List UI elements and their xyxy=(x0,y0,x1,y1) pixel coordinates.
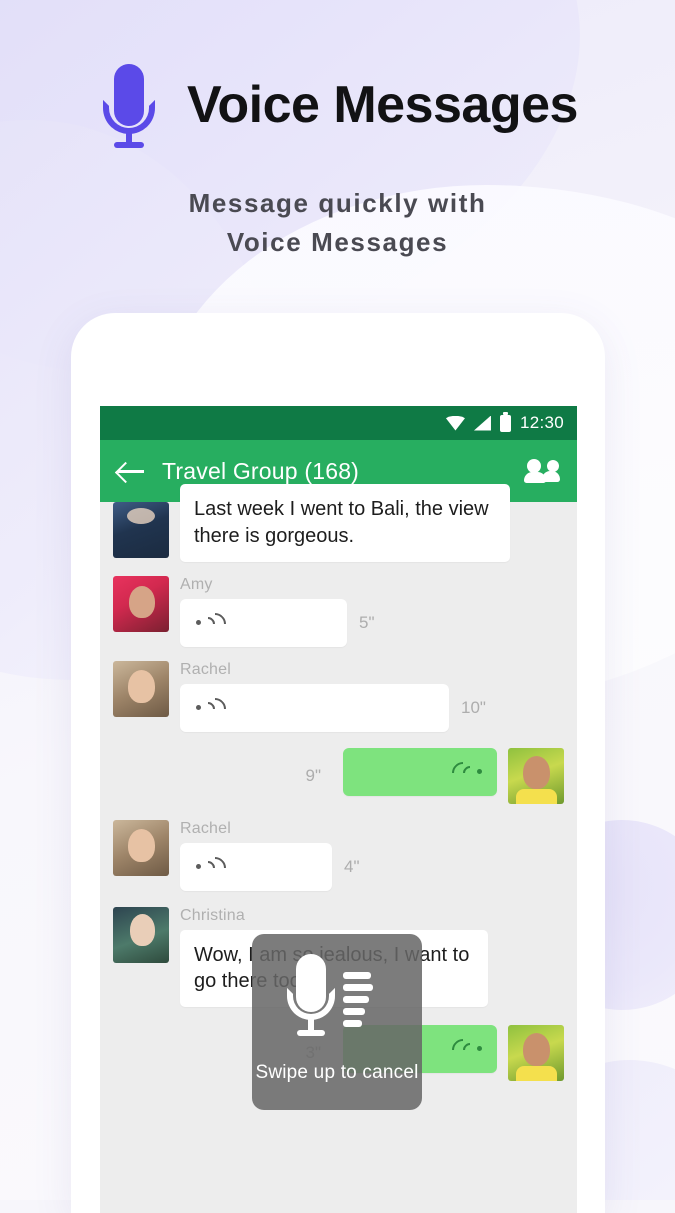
voice-duration: 4" xyxy=(344,856,360,876)
avatar[interactable] xyxy=(113,660,169,717)
voice-message-bubble[interactable] xyxy=(180,842,332,891)
message-sender-name: Christina xyxy=(180,906,245,924)
phone-screen: 12:30 Travel Group (168) Last week I wen… xyxy=(100,406,577,1213)
avatar[interactable] xyxy=(113,819,169,876)
avatar[interactable] xyxy=(113,502,169,558)
chat-message-list[interactable]: Last week I went to Bali, the view there… xyxy=(100,484,577,1213)
recording-hint-text: Swipe up to cancel xyxy=(255,1062,419,1083)
recording-visual xyxy=(267,944,407,1064)
hero-subtitle-line1: Message quickly with xyxy=(188,188,487,218)
back-arrow-icon[interactable] xyxy=(118,460,144,482)
message-row-amy: Amy 5" xyxy=(113,575,564,647)
wifi-icon xyxy=(445,415,465,431)
voice-duration: 9" xyxy=(305,765,322,785)
speaker-wave-icon xyxy=(447,757,483,789)
recording-overlay: Swipe up to cancel xyxy=(252,934,422,1110)
message-sender-name: Rachel xyxy=(180,660,232,678)
waveform-bars-icon xyxy=(343,972,377,1027)
voice-duration: 10" xyxy=(461,697,486,717)
microphone-icon xyxy=(287,954,335,1042)
phone-mockup: 12:30 Travel Group (168) Last week I wen… xyxy=(71,313,605,1213)
message-row-outgoing-9: 9" xyxy=(113,747,564,804)
message-sender-name: Amy xyxy=(180,575,213,593)
voice-message-bubble[interactable] xyxy=(180,683,449,732)
speaker-wave-icon xyxy=(196,608,231,640)
message-row-bali: Last week I went to Bali, the view there… xyxy=(113,484,564,562)
message-bubble-text[interactable]: Last week I went to Bali, the view there… xyxy=(180,484,510,562)
status-bar-time: 12:30 xyxy=(519,413,564,432)
avatar[interactable] xyxy=(508,747,564,804)
voice-message-bubble-outgoing[interactable] xyxy=(343,747,497,796)
speaker-wave-icon xyxy=(196,852,231,884)
voice-message-bubble[interactable] xyxy=(180,598,347,647)
status-bar: 12:30 xyxy=(100,406,577,440)
speaker-wave-icon xyxy=(196,693,231,725)
hero-title-row: Voice Messages xyxy=(0,62,675,148)
microphone-icon xyxy=(97,62,161,148)
group-members-icon[interactable] xyxy=(524,459,560,483)
battery-icon xyxy=(499,411,511,432)
page-title: Voice Messages xyxy=(187,76,578,134)
avatar[interactable] xyxy=(113,575,169,632)
message-row-rachel-1: Rachel 10" xyxy=(113,660,564,732)
message-row-rachel-2: Rachel 4" xyxy=(113,819,564,891)
message-sender-name: Rachel xyxy=(180,819,232,837)
hero-subtitle: Message quickly with Voice Messages xyxy=(0,184,675,262)
avatar[interactable] xyxy=(113,906,169,963)
voice-duration: 5" xyxy=(359,612,375,632)
chat-title: Travel Group (168) xyxy=(162,457,360,484)
hero-section: Voice Messages Message quickly with Voic… xyxy=(0,0,675,262)
speaker-wave-icon xyxy=(447,1034,483,1066)
avatar[interactable] xyxy=(508,1025,564,1082)
hero-subtitle-line2: Voice Messages xyxy=(226,227,449,257)
signal-icon xyxy=(473,415,491,431)
